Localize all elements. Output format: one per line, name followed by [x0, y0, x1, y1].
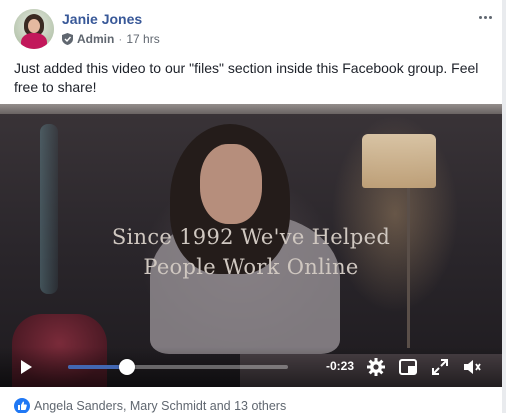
progress-knob[interactable] — [119, 359, 136, 375]
separator-dot: · — [118, 32, 123, 46]
progress-track[interactable] — [68, 359, 288, 375]
play-icon[interactable] — [18, 359, 34, 375]
volume-icon[interactable] — [462, 357, 482, 377]
more-options-icon[interactable] — [474, 10, 496, 24]
avatar[interactable] — [14, 9, 54, 49]
fullscreen-icon[interactable] — [430, 357, 450, 377]
picture-in-picture-icon[interactable] — [398, 357, 418, 377]
like-icon — [14, 398, 30, 413]
post-card: Janie Jones Admin · 17 hrs Just added th… — [0, 0, 506, 413]
post-text: Just added this video to our "files" sec… — [14, 60, 479, 95]
post-meta: Admin · 17 hrs — [62, 32, 160, 46]
video-player[interactable]: Since 1992 We've Helped People Work Onli… — [0, 104, 502, 387]
lamp — [362, 134, 436, 188]
overlay-line-1: Since 1992 We've Helped — [111, 225, 391, 249]
video-overlay-text: Since 1992 We've Helped People Work Onli… — [0, 222, 502, 282]
author-name[interactable]: Janie Jones — [62, 11, 142, 27]
remaining-time: -0:23 — [326, 359, 355, 373]
post-time[interactable]: 17 hrs — [126, 32, 159, 46]
role-label: Admin — [77, 32, 115, 46]
reactions-text[interactable]: Angela Sanders, Mary Schmidt and 13 othe… — [34, 399, 286, 413]
overlay-line-2: People Work Online — [143, 255, 359, 279]
shield-icon — [62, 33, 73, 45]
video-controls: -0:23 — [0, 347, 502, 387]
reactions-summary[interactable]: Angela Sanders, Mary Schmidt and 13 othe… — [14, 397, 286, 413]
gear-icon[interactable] — [366, 357, 386, 377]
